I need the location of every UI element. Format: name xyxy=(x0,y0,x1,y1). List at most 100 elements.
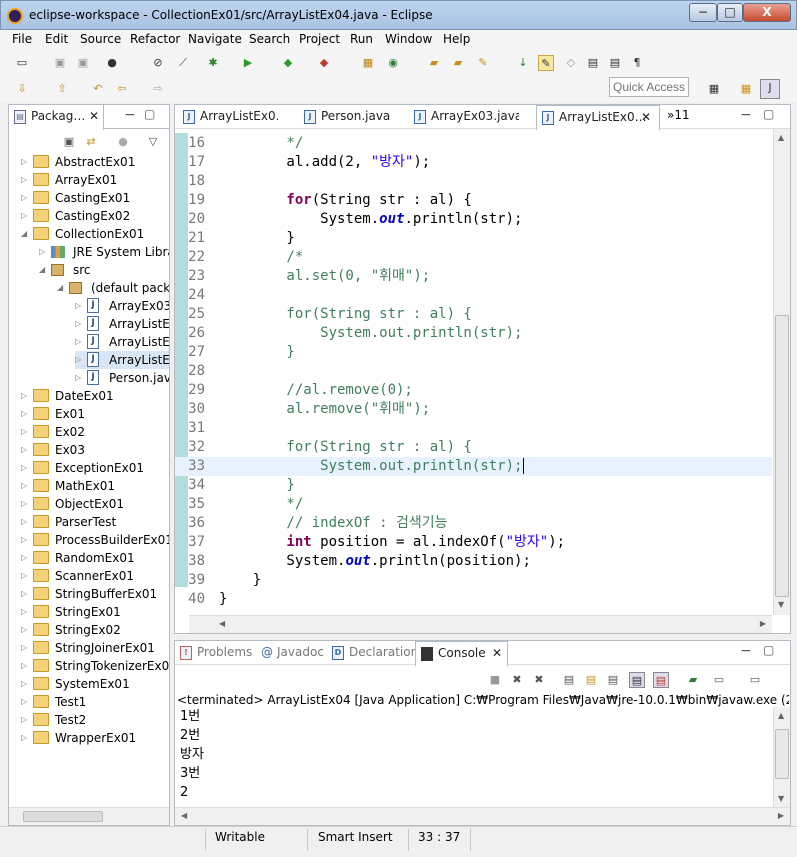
tree-item[interactable]: ▷ ExceptionEx01 xyxy=(21,459,169,477)
terminate-icon[interactable]: ■ xyxy=(487,672,503,688)
menu-navigate[interactable]: Navigate xyxy=(188,32,242,46)
maximize-editor-icon[interactable]: ▢ xyxy=(763,107,774,121)
collapsed-arrow-icon[interactable]: ▷ xyxy=(21,441,31,459)
collapsed-arrow-icon[interactable]: ▷ xyxy=(21,477,31,495)
minimize-editor-icon[interactable]: − xyxy=(740,107,752,123)
last-edit-icon[interactable]: ↶ xyxy=(90,81,106,97)
new-icon[interactable]: ▭ xyxy=(14,55,30,71)
tree-item[interactable]: ▷ ObjectEx01 xyxy=(21,495,169,513)
java-ee-perspective-icon[interactable]: ▦ xyxy=(738,81,754,97)
tab-problems[interactable]: ! Problems xyxy=(175,641,255,665)
display-console-icon[interactable]: ▭ xyxy=(711,672,727,688)
open-console-icon[interactable]: ▭ xyxy=(747,672,763,688)
tree-item[interactable]: ▷J ArrayListEx xyxy=(75,315,169,333)
tree-item[interactable]: ▷J Person.java xyxy=(75,369,169,387)
close-view-icon[interactable]: ✕ xyxy=(89,105,99,128)
open-type-icon[interactable]: ▰ xyxy=(450,55,466,71)
tree-item[interactable]: ◢ src xyxy=(39,261,169,279)
tree-item[interactable]: ▷ J ArrayEx03 xyxy=(75,297,169,315)
collapsed-arrow-icon[interactable]: ▷ xyxy=(21,603,31,621)
expanded-arrow-icon[interactable]: ◢ xyxy=(39,261,49,279)
tree-item[interactable]: ▷ CastingEx02 xyxy=(21,207,169,225)
menu-file[interactable]: File xyxy=(12,32,32,46)
coverage-icon[interactable]: ◆ xyxy=(280,55,296,71)
minimize-button[interactable]: − xyxy=(689,3,717,22)
collapsed-arrow-icon[interactable]: ▷ xyxy=(21,423,31,441)
console-scroll-down-icon[interactable]: ▼ xyxy=(778,794,784,803)
tree-item[interactable]: ▷ Test1 xyxy=(21,693,169,711)
tree-item[interactable]: ▷ ArrayEx01 xyxy=(21,171,169,189)
tree-hscrollbar[interactable] xyxy=(9,807,169,825)
maximize-button[interactable]: □ xyxy=(717,3,743,22)
tree-item[interactable]: ▷ RandomEx01 xyxy=(21,549,169,567)
menu-project[interactable]: Project xyxy=(299,32,340,46)
tree-item[interactable]: ▷ StringBufferEx01 xyxy=(21,585,169,603)
collapsed-arrow-icon[interactable]: ▷ xyxy=(21,693,31,711)
collapsed-arrow-icon[interactable]: ▷ xyxy=(21,657,31,675)
view-menu-icon[interactable]: ▽ xyxy=(145,134,161,150)
tree-item[interactable]: ▷ DateEx01 xyxy=(21,387,169,405)
collapsed-arrow-icon[interactable]: ▷ xyxy=(21,621,31,639)
tab-javadoc[interactable]: @ Javadoc xyxy=(255,641,329,665)
back-icon[interactable]: ⇦ xyxy=(114,81,130,97)
editor-hscrollbar[interactable]: ◀ ▶ xyxy=(189,615,772,633)
scroll-right-icon[interactable]: ▶ xyxy=(760,619,766,628)
next-annotation-icon[interactable]: ↓ xyxy=(515,55,531,71)
expanded-arrow-icon[interactable]: ◢ xyxy=(57,279,67,297)
expanded-arrow-icon[interactable]: ◢ xyxy=(21,225,31,243)
new-class-icon[interactable]: ◉ xyxy=(385,55,401,71)
save-icon[interactable]: ▣ xyxy=(52,55,68,71)
collapsed-arrow-icon[interactable]: ▷ xyxy=(75,369,85,387)
collapse-all-icon[interactable]: ▣ xyxy=(61,134,77,150)
show-on-stdout-icon[interactable]: ▤ xyxy=(629,672,645,688)
collapsed-arrow-icon[interactable]: ▷ xyxy=(21,513,31,531)
new-java-project-icon[interactable]: ▦ xyxy=(360,55,376,71)
remove-all-icon[interactable]: ✖ xyxy=(531,672,547,688)
link-with-editor-icon[interactable]: ⇄ xyxy=(83,134,99,150)
prev-annotation-up-icon[interactable]: ⇧ xyxy=(54,81,70,97)
user-icon[interactable]: ● xyxy=(104,55,120,71)
close-console-icon[interactable]: ✕ xyxy=(492,642,502,665)
clear-console-icon[interactable]: ▤ xyxy=(561,672,577,688)
open-folder-icon[interactable]: ▰ xyxy=(426,55,442,71)
tree-item[interactable]: ▷ Ex01 xyxy=(21,405,169,423)
tree-item[interactable]: ▷ AbstractEx01 xyxy=(21,153,169,171)
scroll-down-icon[interactable]: ▼ xyxy=(778,600,784,609)
tab-declaration[interactable]: D Declaration xyxy=(327,641,415,665)
close-tab-icon[interactable]: ✕ xyxy=(641,106,651,129)
tree-item[interactable]: ▷ JRE System Librar xyxy=(39,243,169,261)
menu-edit[interactable]: Edit xyxy=(45,32,68,46)
quick-access-input[interactable] xyxy=(609,77,689,97)
remove-launch-icon[interactable]: ✖ xyxy=(509,672,525,688)
collapsed-arrow-icon[interactable]: ▷ xyxy=(21,585,31,603)
save-all-icon[interactable]: ▣ xyxy=(75,55,91,71)
menu-run[interactable]: Run xyxy=(350,32,373,46)
console-scroll-right-icon[interactable]: ▶ xyxy=(778,811,784,820)
console-vscrollbar[interactable]: ▲ ▼ xyxy=(773,707,790,807)
collapsed-arrow-icon[interactable]: ▷ xyxy=(21,495,31,513)
editor-tab-person[interactable]: J Person.java xyxy=(299,105,399,129)
console-hscrollbar[interactable]: ◀ ▶ xyxy=(175,807,790,825)
focus-icon[interactable]: ● xyxy=(115,134,131,150)
tree-item[interactable]: ▷ Ex03 xyxy=(21,441,169,459)
tree-item[interactable]: ▷ Test2 xyxy=(21,711,169,729)
skip-breakpoints-icon[interactable]: ⟋ xyxy=(175,55,191,71)
maximize-view-icon[interactable]: ▢ xyxy=(144,107,155,121)
editor-tab-arrayex03[interactable]: J ArrayEx03.java xyxy=(409,105,519,129)
collapsed-arrow-icon[interactable]: ▷ xyxy=(21,171,31,189)
tree-item[interactable]: ▷J ArrayListEx xyxy=(75,333,169,351)
open-perspective-icon[interactable]: ▦ xyxy=(706,81,722,97)
menu-window[interactable]: Window xyxy=(385,32,432,46)
menu-source[interactable]: Source xyxy=(80,32,121,46)
tree-item[interactable]: ▷ StringEx01 xyxy=(21,603,169,621)
collapsed-arrow-icon[interactable]: ▷ xyxy=(21,567,31,585)
tree-item[interactable]: ▷ SystemEx01 xyxy=(21,675,169,693)
search-tool-icon[interactable]: ✎ xyxy=(475,55,491,71)
collapsed-arrow-icon[interactable]: ▷ xyxy=(21,711,31,729)
collapsed-arrow-icon[interactable]: ▷ xyxy=(21,153,31,171)
tree-item[interactable]: ▷ ProcessBuilderEx01 xyxy=(21,531,169,549)
tab-console[interactable]: Console ✕ xyxy=(415,641,508,666)
tree-item[interactable]: ▷ WrapperEx01 xyxy=(21,729,169,747)
tree-hscroll-thumb[interactable] xyxy=(23,811,103,822)
minimize-view-icon[interactable]: − xyxy=(124,107,136,123)
